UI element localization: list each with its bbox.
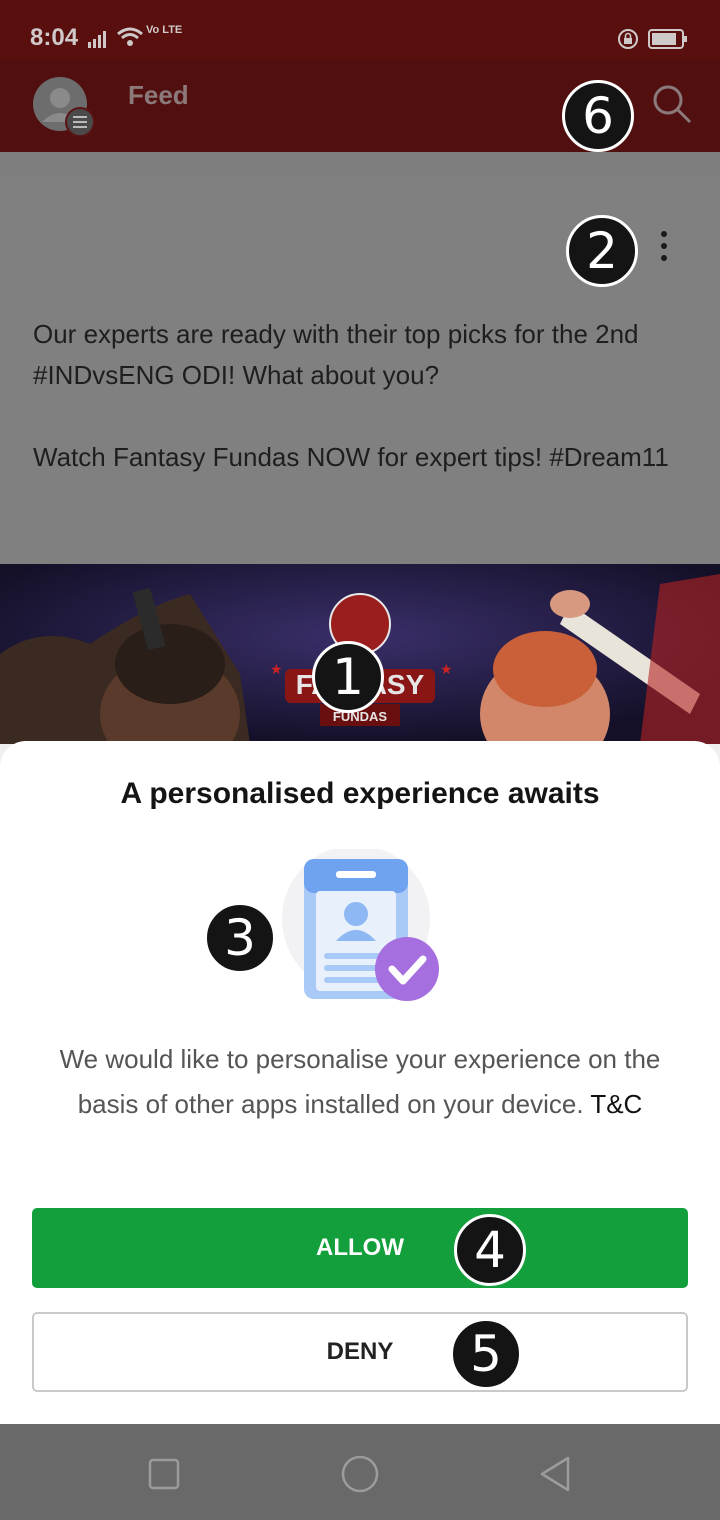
post-text-line2: Watch Fantasy Fundas NOW for expert tips… xyxy=(33,442,669,472)
rotation-lock-icon xyxy=(617,28,639,55)
annotation-badge-2: 2 xyxy=(566,215,638,287)
id-card-illustration xyxy=(276,845,446,1009)
signal-icon xyxy=(88,30,110,53)
search-button[interactable] xyxy=(650,82,694,126)
id-card-check-icon xyxy=(282,845,439,1001)
recents-button[interactable] xyxy=(144,1454,184,1494)
search-icon xyxy=(653,85,692,124)
annotation-badge-3: 3 xyxy=(204,902,276,974)
status-time: 8:04 xyxy=(30,24,79,51)
back-button[interactable] xyxy=(536,1454,576,1494)
post-text: Our experts are ready with their top pic… xyxy=(33,314,703,478)
more-options-button[interactable] xyxy=(652,228,676,268)
volte-indicator: Vo LTE xyxy=(146,24,183,36)
sheet-title: A personalised experience awaits xyxy=(120,777,600,810)
circle-icon xyxy=(341,1455,379,1493)
sheet-message: We would like to personalise your experi… xyxy=(40,1037,680,1127)
annotation-badge-1: 1 xyxy=(312,641,384,713)
system-nav-bar xyxy=(0,1424,720,1520)
square-icon xyxy=(148,1458,180,1490)
sheet-message-text: We would like to personalise your experi… xyxy=(59,1044,661,1119)
avatar-icon xyxy=(33,77,95,137)
annotation-badge-6: 6 xyxy=(562,80,634,152)
permission-bottom-sheet: A personalised experience awaits We woul… xyxy=(0,741,720,1424)
wifi-icon xyxy=(116,26,144,53)
home-button[interactable] xyxy=(338,1454,379,1494)
svg-text:★: ★ xyxy=(440,662,453,678)
annotation-badge-4: 4 xyxy=(454,1214,526,1286)
deny-button[interactable]: DENY xyxy=(32,1312,688,1392)
back-triangle-icon xyxy=(540,1456,570,1492)
page-title: Feed xyxy=(128,80,189,110)
battery-icon xyxy=(648,28,688,55)
profile-avatar[interactable] xyxy=(32,76,95,137)
annotation-badge-5: 5 xyxy=(450,1318,522,1390)
svg-text:★: ★ xyxy=(270,662,283,678)
post-text-line1: Our experts are ready with their top pic… xyxy=(33,319,639,390)
more-vert-icon xyxy=(661,231,667,261)
terms-link[interactable]: T&C xyxy=(590,1089,642,1119)
allow-button[interactable]: ALLOW xyxy=(32,1208,688,1288)
